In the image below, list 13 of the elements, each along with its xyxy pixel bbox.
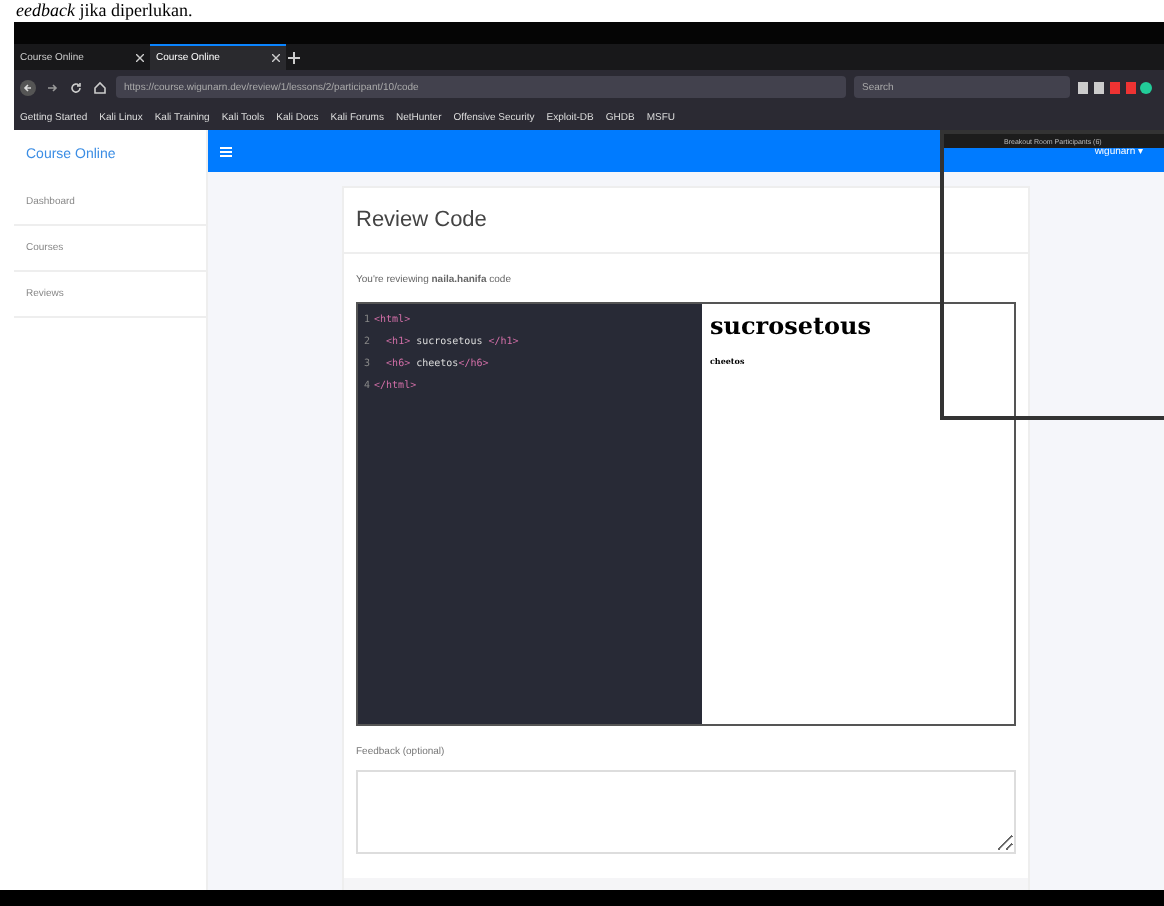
reload-icon[interactable] [68,79,84,95]
toolbar-icons-drawing[interactable] [1078,81,1158,93]
feedback-field[interactable] [356,770,1016,854]
preview-heading: sucrosetous [710,312,874,340]
close-icon[interactable] [136,53,144,61]
plus-icon[interactable] [286,49,302,65]
back-icon[interactable] [20,79,36,95]
forward-icon[interactable] [44,79,60,95]
document-text: eedback jika diperlukan. [16,0,193,22]
page-title: Review Code [344,188,1028,254]
menu-icon[interactable] [220,145,232,157]
home-icon[interactable] [92,79,108,95]
close-icon[interactable] [272,54,280,62]
